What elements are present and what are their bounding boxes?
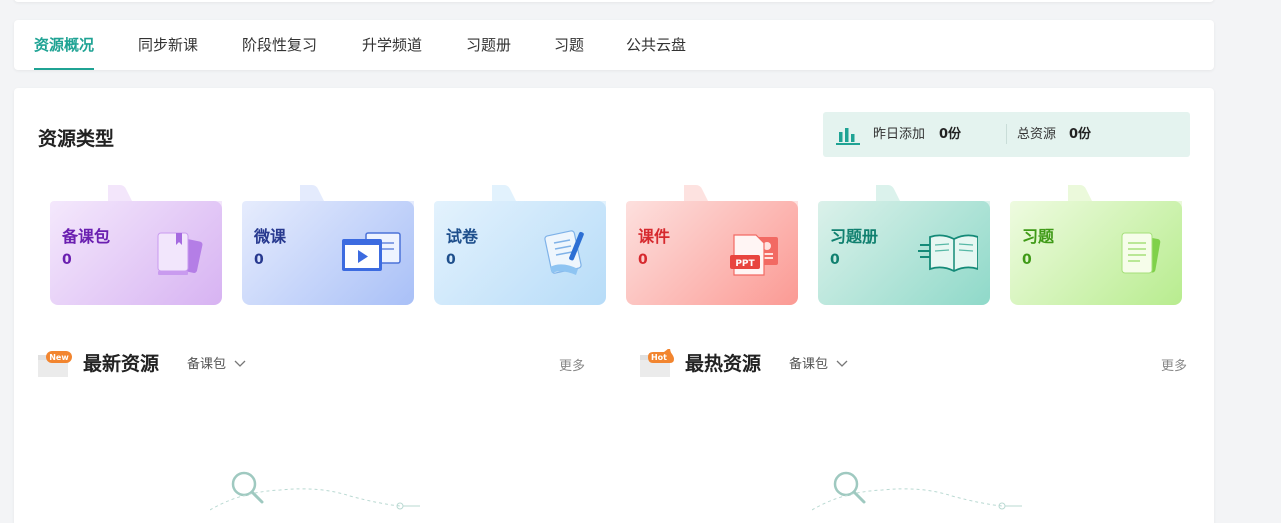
resource-card-courseware[interactable]: 课件 0 PPT: [626, 185, 798, 305]
tab-overview[interactable]: 资源概况: [34, 20, 95, 70]
latest-type-select[interactable]: 备课包: [187, 353, 246, 372]
micro-lesson-icon: [342, 232, 401, 271]
hot-badge-icon: Hot: [640, 349, 674, 377]
main-panel: 资源类型 昨日添加 0份 总资源 0份 备课包 0 微课 0 试卷 0 课件 0…: [14, 88, 1214, 523]
exercise-icon: [1121, 232, 1161, 274]
card-name: 微课: [254, 227, 287, 246]
svg-text:Hot: Hot: [651, 353, 667, 362]
hottest-type-select[interactable]: 备课包: [789, 353, 848, 372]
empty-state-illustration: [210, 471, 420, 511]
new-badge-icon: New: [38, 351, 72, 377]
empty-state-illustration: [812, 471, 1022, 511]
ppt-courseware-icon: PPT: [730, 234, 778, 276]
tab-exercises[interactable]: 习题: [554, 20, 584, 70]
card-name: 课件: [638, 227, 671, 246]
lesson-package-icon: [157, 232, 203, 275]
card-count: 0: [254, 252, 264, 268]
resource-type-title: 资源类型: [38, 128, 115, 150]
svg-text:New: New: [49, 353, 69, 362]
tab-stage-review[interactable]: 阶段性复习: [242, 20, 317, 70]
total-resources-value: 0份: [1069, 127, 1092, 142]
tab-sync-lessons[interactable]: 同步新课: [138, 20, 198, 70]
top-strip: [14, 0, 1214, 2]
exam-paper-icon: [544, 230, 584, 275]
resource-card-micro-lesson[interactable]: 微课 0: [242, 185, 414, 305]
hottest-select-value: 备课包: [789, 357, 829, 372]
tab-exercise-books[interactable]: 习题册: [466, 20, 511, 70]
resource-card-lesson-package[interactable]: 备课包 0: [50, 185, 222, 305]
chevron-down-icon: [836, 360, 848, 367]
latest-select-value: 备课包: [187, 357, 227, 372]
latest-resources-header: New 最新资源 备课包 更多: [38, 343, 593, 383]
stats-divider: [1006, 124, 1007, 144]
exercise-book-icon: [918, 234, 978, 273]
resource-card-exam-paper[interactable]: 试卷 0: [434, 185, 606, 305]
hottest-more-link[interactable]: 更多: [1161, 355, 1187, 374]
card-count: 0: [1022, 252, 1032, 268]
bar-chart-icon: [836, 128, 860, 145]
yesterday-added-label: 昨日添加: [873, 127, 926, 142]
card-name: 备课包: [62, 227, 111, 246]
card-count: 0: [62, 252, 72, 268]
tab-public-cloud[interactable]: 公共云盘: [626, 20, 686, 70]
hottest-resources-title: 最热资源: [685, 353, 762, 375]
chevron-down-icon: [234, 360, 246, 367]
latest-more-link[interactable]: 更多: [559, 355, 585, 374]
card-count: 0: [830, 252, 840, 268]
card-count: 0: [638, 252, 648, 268]
tab-bar: 资源概况 同步新课 阶段性复习 升学频道 习题册 习题 公共云盘: [14, 20, 1214, 70]
yesterday-added-value: 0份: [939, 127, 962, 142]
card-name: 习题册: [830, 227, 879, 246]
latest-resources-title: 最新资源: [83, 353, 160, 375]
resource-card-exercise[interactable]: 习题 0: [1010, 185, 1182, 305]
stats-panel: 昨日添加 0份 总资源 0份: [823, 112, 1190, 157]
tab-admission-channel[interactable]: 升学频道: [362, 20, 422, 70]
svg-text:PPT: PPT: [735, 259, 755, 269]
hottest-resources-header: Hot 最热资源 备课包 更多: [640, 343, 1195, 383]
total-resources-label: 总资源: [1017, 127, 1057, 142]
card-count: 0: [446, 252, 456, 268]
card-name: 试卷: [446, 227, 479, 246]
resource-card-exercise-book[interactable]: 习题册 0: [818, 185, 990, 305]
card-name: 习题: [1022, 227, 1055, 246]
